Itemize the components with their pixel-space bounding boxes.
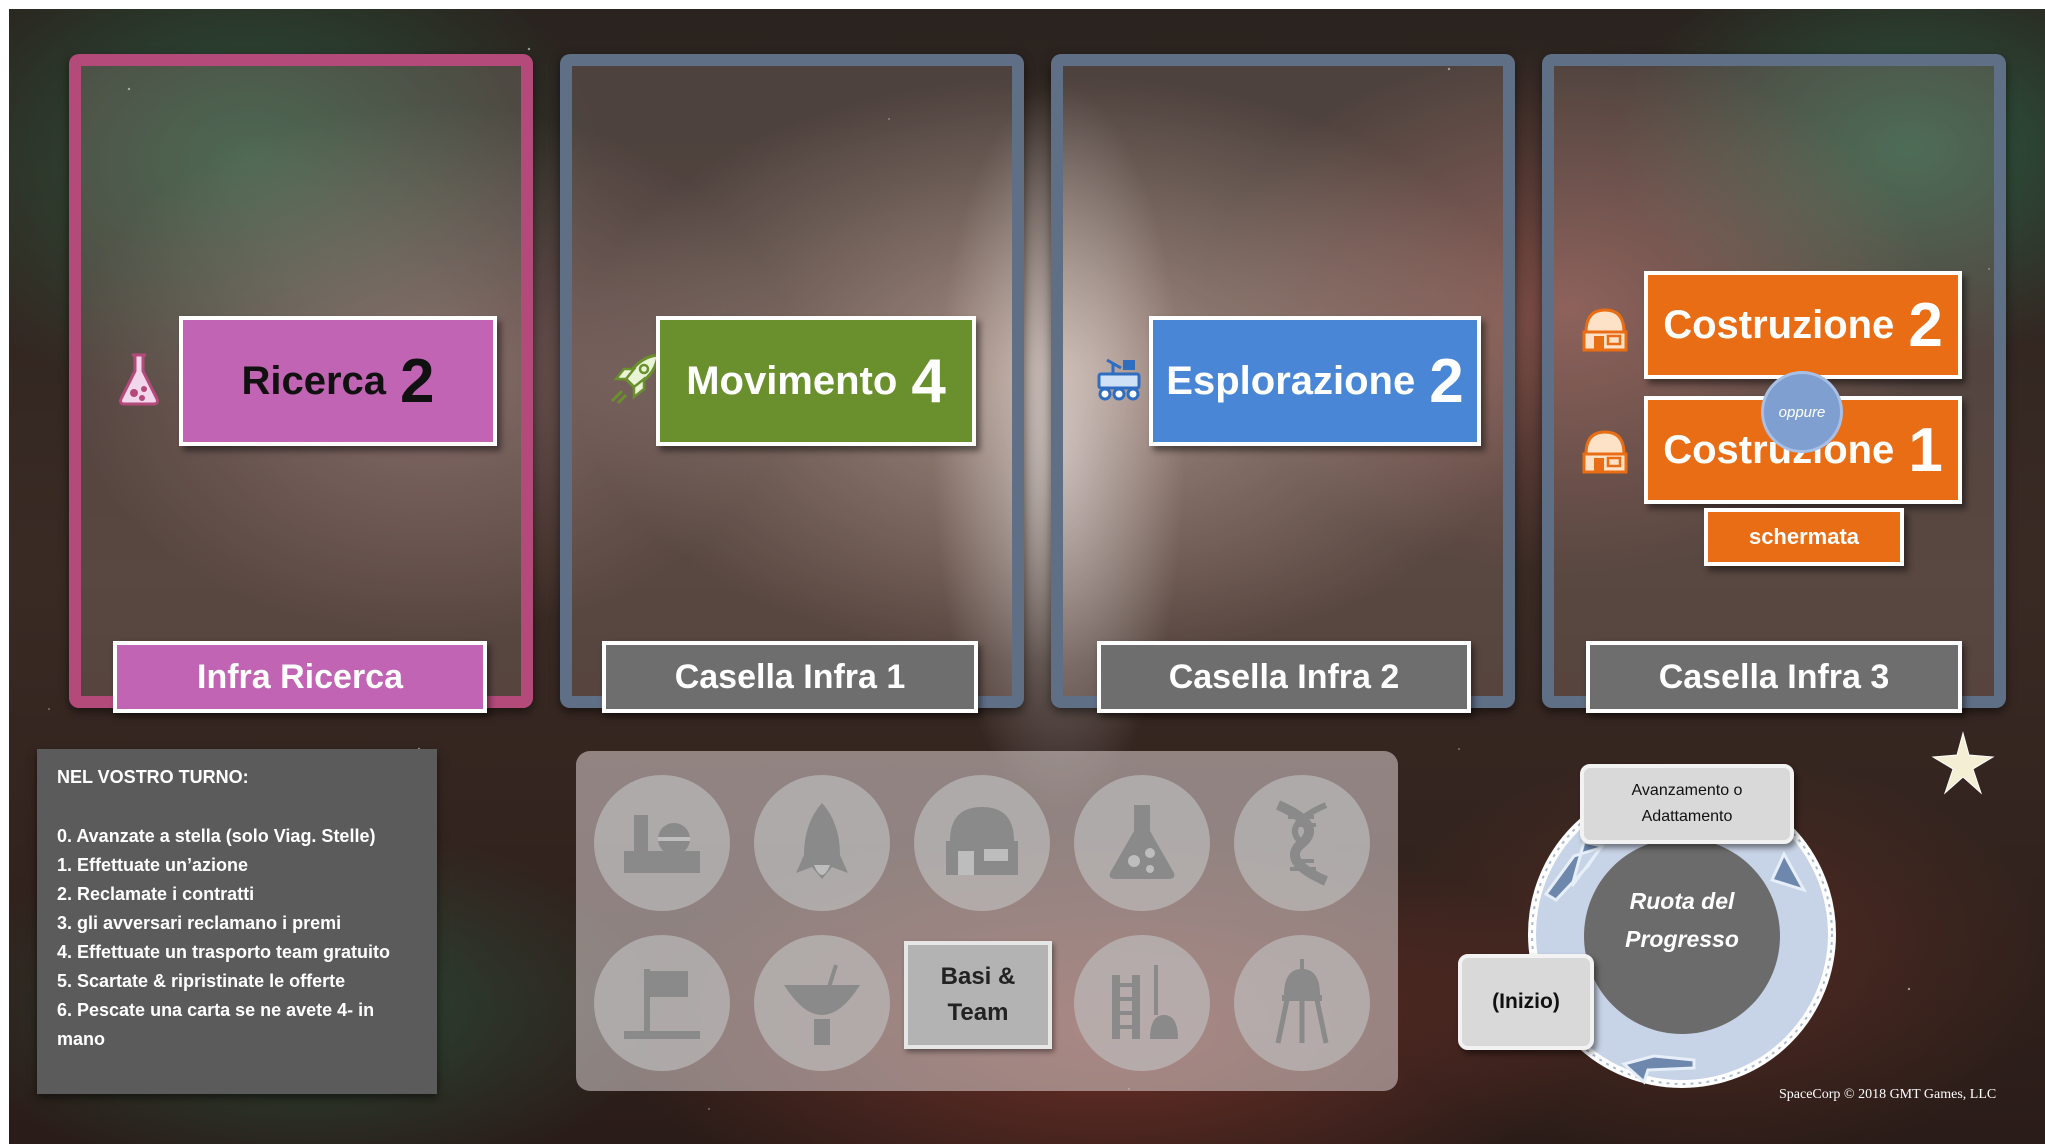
flag-icon (624, 969, 700, 1039)
turn-step: 0. Avanzate a stella (solo Viag. Stelle) (57, 826, 376, 846)
infra-slot-research[interactable]: Infra Ricerca (113, 641, 487, 713)
action-number: 2 (1908, 290, 1943, 360)
shuttle-icon (796, 803, 848, 879)
infra-slot-1[interactable]: Casella Infra 1 (602, 641, 978, 713)
shielded-label: schermata (1704, 508, 1904, 566)
game-board: Ricerca 2 Infra Ricerca Movimento 4 Case… (9, 9, 2045, 1144)
bases-label-line1: Basi & (940, 963, 1016, 990)
research-action: Ricerca 2 (179, 316, 497, 446)
base-slot[interactable] (1234, 935, 1370, 1071)
flask-icon (119, 353, 159, 406)
flask-icon (1109, 805, 1175, 879)
turn-step: 4. Effettuate un trasporto team gratuito (57, 942, 391, 962)
construction-card[interactable]: Costruzione 2 Costruzione 1 oppure scher… (1542, 54, 2006, 713)
infra-slot-2[interactable]: Casella Infra 2 (1097, 641, 1471, 713)
action-word: Costruzione (1663, 302, 1895, 347)
movement-action: Movimento 4 (656, 316, 976, 446)
base-slot[interactable] (754, 775, 890, 911)
refinery-icon (624, 815, 700, 873)
or-badge: oppure (1761, 371, 1843, 453)
action-word: Ricerca (241, 358, 387, 403)
satellite-dish-icon (784, 964, 860, 1045)
action-number: 2 (400, 346, 435, 416)
turn-step: 6. Pescate una carta se ne avete 4- in (57, 1000, 375, 1020)
turn-summary-box: NEL VOSTRO TURNO: 0. Avanzate a stella (… (37, 749, 437, 1094)
action-number: 1 (1908, 415, 1943, 485)
advancement-line1: Avanzamento o (1631, 782, 1743, 799)
base-slot[interactable] (594, 775, 730, 911)
star-icon (1931, 731, 1995, 795)
wheel-center-label: Ruota del Progresso (1582, 882, 1782, 958)
infra-slot-3[interactable]: Casella Infra 3 (1586, 641, 1962, 713)
turn-step: 3. gli avversari reclamano i premi (57, 913, 342, 933)
base-slot[interactable] (1074, 935, 1210, 1071)
progress-wheel: Ruota del Progresso Avanzamento o Adatta… (1458, 764, 1864, 1104)
movement-card[interactable]: Movimento 4 Casella Infra 1 (560, 54, 1024, 713)
base-dome-icon (1582, 430, 1628, 474)
bases-team-panel: Basi & Team (576, 751, 1398, 1091)
start-space[interactable]: (Inizio) (1458, 954, 1594, 1050)
turn-step: mano (57, 1029, 106, 1049)
rover-icon (1097, 358, 1141, 401)
dna-icon (1275, 800, 1329, 886)
research-card[interactable]: Ricerca 2 Infra Ricerca (69, 54, 533, 713)
base-slot[interactable] (1234, 775, 1370, 911)
bases-team-button[interactable]: Basi & Team (904, 941, 1052, 1049)
turn-step: 5. Scartate & ripristinate le offerte (57, 971, 346, 991)
wheel-center-line2: Progresso (1625, 926, 1739, 952)
base-dome-icon (1582, 308, 1628, 352)
shielded-text: schermata (1748, 524, 1860, 549)
construction-action-2: Costruzione 2 (1644, 271, 1962, 379)
action-word: Esplorazione (1166, 358, 1416, 403)
copyright-notice: SpaceCorp © 2018 GMT Games, LLC (1779, 1087, 1997, 1102)
exploration-action: Esplorazione 2 (1149, 316, 1481, 446)
turn-step: 1. Effettuate un’azione (57, 855, 249, 875)
action-number: 2 (1429, 346, 1464, 416)
action-word: Movimento (686, 358, 898, 403)
launch-tower-icon (1112, 965, 1178, 1039)
base-slot[interactable] (1074, 775, 1210, 911)
habitat-dome-icon (946, 807, 1018, 875)
base-slot[interactable] (914, 775, 1050, 911)
wheel-center-line1: Ruota del (1629, 888, 1735, 914)
water-tower-icon (1275, 959, 1329, 1044)
advancement-line2: Adattamento (1641, 808, 1733, 825)
bases-label-line2: Team (947, 999, 1009, 1026)
exploration-card[interactable]: Esplorazione 2 Casella Infra 2 (1051, 54, 1515, 713)
turn-step: 2. Reclamate i contratti (57, 884, 255, 904)
advancement-adaptation-space[interactable]: Avanzamento o Adattamento (1580, 764, 1794, 844)
turn-title: NEL VOSTRO TURNO: (57, 767, 249, 787)
base-slot[interactable] (594, 935, 730, 1071)
action-number: 4 (911, 346, 946, 416)
base-slot[interactable] (754, 935, 890, 1071)
